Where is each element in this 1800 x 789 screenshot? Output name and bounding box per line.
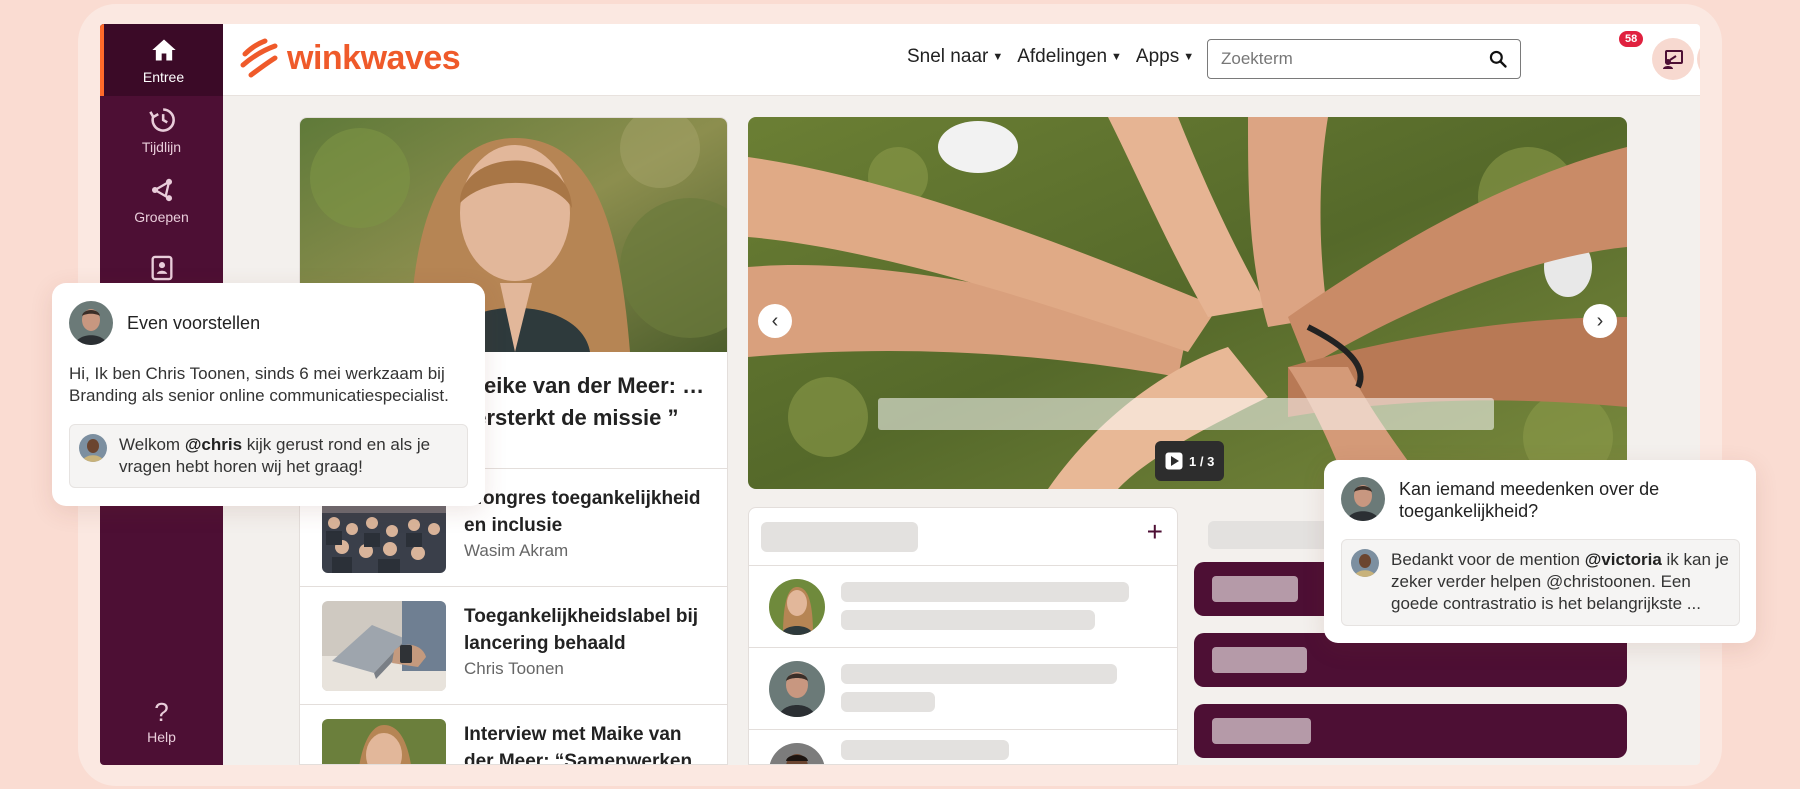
mention-link[interactable]: @chris (185, 435, 242, 454)
menu-label: Apps (1135, 46, 1180, 67)
question-post-card[interactable]: Kan iemand meedenken over de toegankelij… (1324, 460, 1756, 643)
sidebar-item-label: Groepen (134, 208, 189, 225)
add-group-button[interactable]: + (1147, 518, 1163, 546)
header-placeholder (761, 522, 918, 552)
row-placeholder (841, 692, 935, 712)
menu-afdelingen[interactable]: Afdelingen ▼ (1017, 46, 1122, 68)
author-avatar (69, 301, 113, 345)
news-list-item[interactable]: Interview met Maike van der Meer: “Samen… (300, 704, 727, 765)
author-avatar (1341, 477, 1385, 521)
caret-down-icon: ▼ (992, 51, 1004, 63)
carousel-counter[interactable]: 1 / 3 (1155, 441, 1225, 481)
play-icon (1165, 452, 1183, 470)
share-icon (151, 178, 172, 201)
carousel-next-button[interactable]: › (1583, 304, 1617, 338)
label-placeholder (1212, 718, 1311, 744)
home-icon (151, 39, 176, 60)
commenter-avatar (1351, 549, 1379, 577)
logo-mark-icon (240, 38, 278, 78)
sidebar-item-label: Tijdlijn (141, 138, 182, 155)
search-icon[interactable] (1488, 49, 1508, 69)
menu-label: Snel naar (907, 46, 989, 67)
label-placeholder (1212, 647, 1307, 673)
carousel-caption-placeholder (878, 398, 1494, 430)
post-body: Hi, Ik ben Chris Toonen, sinds 6 mei wer… (69, 364, 449, 405)
search-box (1207, 39, 1521, 79)
news-item-title: Interview met Maike van der Meer: “Samen… (464, 724, 693, 765)
reply-comment: Welkom @chris kijk gerust rond en als je… (69, 424, 468, 488)
intro-post-card[interactable]: Even voorstellen Hi, Ik ben Chris Toonen… (52, 283, 485, 506)
news-thumbnail (322, 601, 446, 691)
search-input[interactable] (1221, 49, 1471, 69)
group-row[interactable] (749, 648, 1177, 730)
group-avatar (769, 579, 825, 635)
group-row[interactable] (749, 730, 1177, 764)
commenter-avatar (79, 434, 107, 462)
news-thumbnail (322, 719, 446, 764)
sidebar-item-help[interactable]: ? Help (100, 687, 223, 757)
menu-apps[interactable]: Apps ▼ (1136, 46, 1194, 68)
caret-down-icon: ▼ (1183, 51, 1195, 63)
group-avatar (769, 661, 825, 717)
news-item-title: …ongres toegankelijkheid en inclusie (464, 488, 701, 536)
question-icon: ? (154, 697, 169, 727)
quick-link-button[interactable] (1194, 704, 1627, 758)
help-label: Help (147, 729, 176, 745)
post-title: Even voorstellen (127, 313, 261, 333)
mention-link[interactable]: @victoria (1585, 550, 1662, 569)
news-item-title: Toegankelijkheidslabel bij lancering beh… (464, 606, 699, 654)
chevron-right-icon: › (1596, 309, 1604, 332)
sidebar-item-entree[interactable]: Entree (100, 24, 223, 96)
menu-label: Afdelingen (1017, 46, 1108, 67)
news-list-item[interactable]: Toegankelijkheidslabel bij lancering beh… (300, 586, 727, 704)
history-icon (148, 107, 175, 132)
top-bar: winkwaves Snel naar ▼ Afdelingen ▼ Apps … (223, 24, 1700, 96)
label-placeholder (1212, 576, 1298, 602)
groups-panel: + (748, 507, 1178, 765)
row-placeholder (841, 664, 1117, 684)
group-avatar (769, 743, 825, 764)
chevron-left-icon: ‹ (771, 309, 779, 332)
image-carousel: ‹ › 1 / 3 (748, 117, 1627, 489)
carousel-counter-text: 1 / 3 (1189, 453, 1215, 469)
presentation-icon (1663, 50, 1683, 69)
notifications-button[interactable] (1697, 38, 1700, 80)
notification-badge: 58 (1617, 29, 1646, 49)
reply-text: Welkom @chris kijk gerust rond en als je… (119, 434, 457, 478)
news-item-author: Chris Toonen (464, 659, 564, 678)
group-row[interactable] (749, 566, 1177, 648)
menu-snel-naar[interactable]: Snel naar ▼ (907, 46, 1003, 68)
sidebar-item-groepen[interactable]: Groepen (100, 164, 223, 236)
reply-prefix: Bedankt voor de mention (1391, 550, 1585, 569)
reply-prefix: Welkom (119, 435, 185, 454)
reply-text: Bedankt voor de mention @victoria ik kan… (1391, 549, 1736, 615)
logo-text: winkwaves (287, 39, 461, 77)
sidebar-item-tijdlijn[interactable]: Tijdlijn (100, 94, 223, 166)
carousel-image (748, 117, 1627, 489)
featured-headline[interactable]: …eike van der Meer: …versterkt de missie… (462, 370, 722, 434)
row-placeholder (841, 740, 1009, 760)
news-item-author: Wasim Akram (464, 541, 569, 560)
sidebar-item-label: Entree (142, 68, 185, 85)
logo[interactable]: winkwaves (239, 38, 461, 78)
row-placeholder (841, 582, 1129, 602)
main-menu: Snel naar ▼ Afdelingen ▼ Apps ▼ (907, 46, 1194, 68)
row-placeholder (841, 610, 1095, 630)
carousel-prev-button[interactable]: ‹ (758, 304, 792, 338)
reply-comment: Bedankt voor de mention @victoria ik kan… (1341, 539, 1740, 626)
groups-header: + (749, 508, 1177, 566)
post-title: Kan iemand meedenken over de toegankelij… (1399, 479, 1660, 521)
presentation-button[interactable] (1652, 38, 1694, 80)
caret-down-icon: ▼ (1111, 51, 1122, 63)
contact-card-icon (151, 255, 172, 280)
